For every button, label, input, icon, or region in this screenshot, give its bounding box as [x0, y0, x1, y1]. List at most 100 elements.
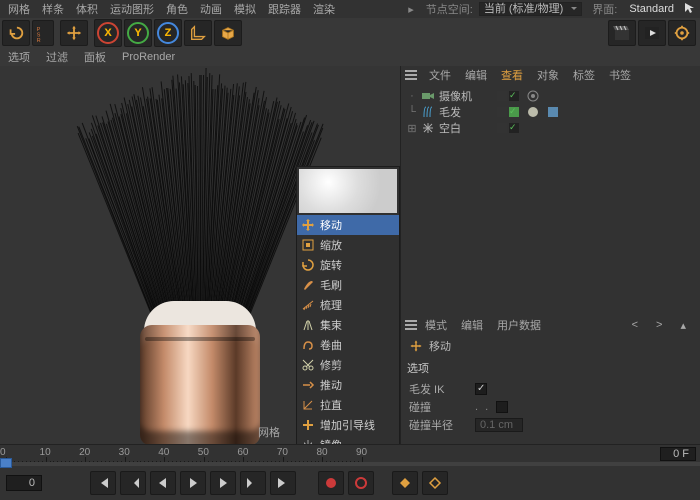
coords-button[interactable] — [184, 20, 212, 46]
menu-sim[interactable]: 模拟 — [228, 1, 262, 17]
prop-collision-radius: 碰撞半径 0.1 cm — [409, 416, 692, 434]
menu-volume[interactable]: 体积 — [70, 1, 104, 17]
timeline-ruler[interactable]: 0102030405060708090 0 F — [0, 444, 700, 466]
go-start-button[interactable] — [90, 471, 116, 495]
attr-tab-userdata[interactable]: 用户数据 — [491, 317, 547, 333]
prop-label: 碰撞 — [409, 399, 469, 415]
hair-material-tag-icon[interactable] — [527, 106, 539, 118]
ctx-item-curl[interactable]: 卷曲 — [297, 335, 399, 355]
ctx-item-straighten[interactable]: 拉直 — [297, 395, 399, 415]
om-tab-object[interactable]: 对象 — [531, 67, 565, 83]
tick-label: 50 — [198, 447, 209, 458]
undo-button[interactable] — [2, 20, 30, 46]
cube-primitive-button[interactable] — [214, 20, 242, 46]
render-settings-button[interactable] — [608, 20, 636, 46]
ctx-item-addguide[interactable]: 增加引导线 — [297, 415, 399, 435]
ctx-item-push[interactable]: 推动 — [297, 375, 399, 395]
vp-menu-options[interactable]: 选项 — [0, 49, 38, 65]
timeline-playhead[interactable] — [0, 458, 12, 468]
ctx-item-label: 镜像 — [320, 437, 342, 444]
scale-icon — [301, 238, 315, 252]
ctx-item-mirror[interactable]: 镜像 — [297, 435, 399, 444]
burger-icon[interactable] — [405, 70, 417, 80]
ctx-item-comb[interactable]: 梳理 — [297, 295, 399, 315]
om-tab-view[interactable]: 查看 — [495, 67, 529, 83]
object-row-camera[interactable]: · 摄像机 — [407, 88, 694, 104]
om-tab-file[interactable]: 文件 — [423, 67, 457, 83]
render-queue-button[interactable] — [668, 20, 696, 46]
tick-label: 40 — [158, 447, 169, 458]
keyframe-sel-button[interactable] — [392, 471, 418, 495]
ctx-item-cut[interactable]: 修剪 — [297, 355, 399, 375]
attr-tab-edit[interactable]: 编辑 — [455, 317, 489, 333]
prop-label: 碰撞半径 — [409, 417, 469, 433]
object-label[interactable]: 摄像机 — [439, 88, 487, 104]
start-frame-field[interactable]: 0 — [6, 475, 42, 491]
step-fwd-button[interactable] — [210, 471, 236, 495]
ui-layout-value[interactable]: Standard — [623, 3, 680, 15]
axis-z-toggle[interactable]: Z — [154, 19, 182, 47]
main-toolbar: PSR X Y Z — [0, 18, 700, 48]
collision-checkbox[interactable] — [496, 401, 508, 413]
autokey-button[interactable] — [348, 471, 374, 495]
om-tab-edit[interactable]: 编辑 — [459, 67, 493, 83]
viewport[interactable]: 网格 移动缩放旋转毛刷梳理集束卷曲修剪推动拉直增加引导线镜像 — [0, 66, 400, 444]
current-frame-field[interactable]: 0 F — [660, 447, 696, 461]
vp-menu-panel[interactable]: 面板 — [76, 49, 114, 65]
nav-back-icon[interactable]: < — [626, 319, 644, 332]
ctx-item-rotate[interactable]: 旋转 — [297, 255, 399, 275]
vp-menu-filter[interactable]: 过滤 — [38, 49, 76, 65]
tick-label: 60 — [237, 447, 248, 458]
burger-icon[interactable] — [405, 320, 417, 330]
object-row-hair[interactable]: └ 毛发 — [407, 104, 694, 120]
tree-expand-icon[interactable]: ⊞ — [407, 122, 417, 135]
render-view-button[interactable] — [638, 20, 666, 46]
ctx-item-move[interactable]: 移动 — [297, 215, 399, 235]
axis-y-toggle[interactable]: Y — [124, 19, 152, 47]
menu-grid[interactable]: 网格 — [2, 1, 36, 17]
menu-tracker[interactable]: 跟踪器 — [262, 1, 307, 17]
keyframe-options-button[interactable] — [422, 471, 448, 495]
step-back-button[interactable] — [150, 471, 176, 495]
hair-tag-icon[interactable] — [547, 106, 559, 118]
collision-radius-field[interactable]: 0.1 cm — [475, 418, 523, 432]
tree-collapse-icon[interactable]: · — [407, 90, 417, 102]
attr-tab-mode[interactable]: 模式 — [419, 317, 453, 333]
nodespace-dropdown[interactable]: 当前 (标准/物理) — [479, 2, 582, 16]
tree-branch-icon: └ — [407, 106, 417, 118]
brush-icon — [301, 278, 315, 292]
go-end-button[interactable] — [270, 471, 296, 495]
ctx-item-clump[interactable]: 集束 — [297, 315, 399, 335]
menu-render[interactable]: 渲染 — [307, 1, 341, 17]
om-tab-bookmk[interactable]: 书签 — [603, 67, 637, 83]
move-tool-button[interactable] — [60, 20, 88, 46]
next-key-button[interactable] — [240, 471, 266, 495]
menu-char[interactable]: 角色 — [160, 1, 194, 17]
ctx-item-scale[interactable]: 缩放 — [297, 235, 399, 255]
history-button[interactable]: PSR — [32, 20, 54, 46]
curl-icon — [301, 338, 315, 352]
target-tag-icon[interactable] — [527, 90, 539, 102]
material-preview-thumb[interactable] — [299, 169, 397, 213]
menu-mograph[interactable]: 运动图形 — [104, 1, 160, 17]
ctx-item-brush[interactable]: 毛刷 — [297, 275, 399, 295]
record-key-button[interactable] — [318, 471, 344, 495]
object-manager[interactable]: · 摄像机 └ 毛发 ⊞ 空白 — [401, 84, 700, 140]
ctx-item-label: 修剪 — [320, 357, 342, 373]
menu-anim[interactable]: 动画 — [194, 1, 228, 17]
menu-spline[interactable]: 样条 — [36, 1, 70, 17]
axis-x-toggle[interactable]: X — [94, 19, 122, 47]
object-label[interactable]: 毛发 — [439, 104, 487, 120]
object-label[interactable]: 空白 — [439, 120, 487, 136]
play-button[interactable] — [180, 471, 206, 495]
vp-menu-prorender[interactable]: ProRender — [114, 51, 183, 63]
nav-up-icon[interactable]: ▴ — [674, 319, 692, 332]
om-tab-tags[interactable]: 标签 — [567, 67, 601, 83]
object-row-null[interactable]: ⊞ 空白 — [407, 120, 694, 136]
null-icon — [421, 121, 435, 135]
rotate-icon — [301, 258, 315, 272]
nav-fwd-icon[interactable]: > — [650, 319, 668, 332]
hair-ik-checkbox[interactable] — [475, 383, 487, 395]
tick-label: 70 — [277, 447, 288, 458]
prev-key-button[interactable] — [120, 471, 146, 495]
